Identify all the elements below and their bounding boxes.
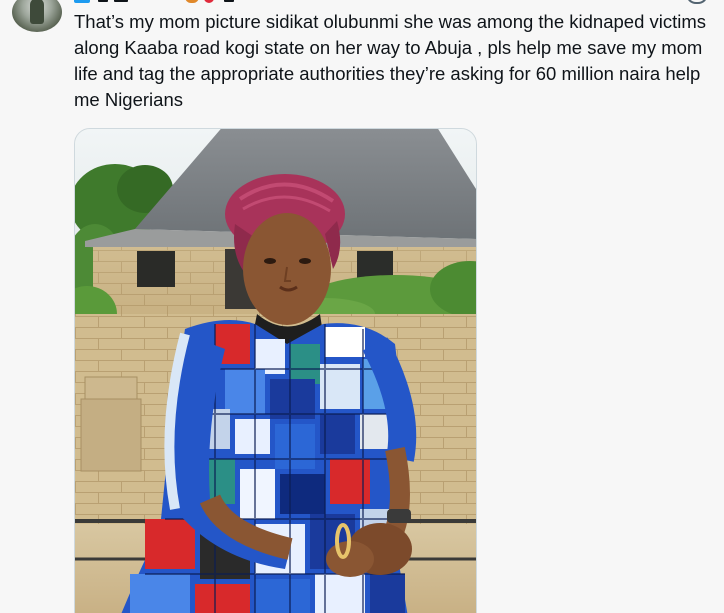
user-avatar[interactable] — [12, 0, 62, 32]
grok-icon[interactable] — [686, 0, 708, 4]
header-fragment — [224, 0, 234, 2]
emoji-icon — [185, 0, 199, 3]
avatar-figure — [30, 0, 44, 24]
username-fragment[interactable] — [98, 0, 108, 2]
tweet-text: That’s my mom picture sidikat olubunmi s… — [74, 11, 707, 110]
tweet: That’s my mom picture sidikat olubunmi s… — [0, 0, 724, 613]
tweet-header — [74, 0, 724, 5]
photo-of-woman-icon — [75, 129, 476, 613]
username-fragment[interactable] — [114, 0, 128, 2]
verified-badge-icon — [74, 0, 90, 3]
tweet-media-photo[interactable] — [74, 128, 477, 613]
heart-icon — [204, 0, 214, 3]
